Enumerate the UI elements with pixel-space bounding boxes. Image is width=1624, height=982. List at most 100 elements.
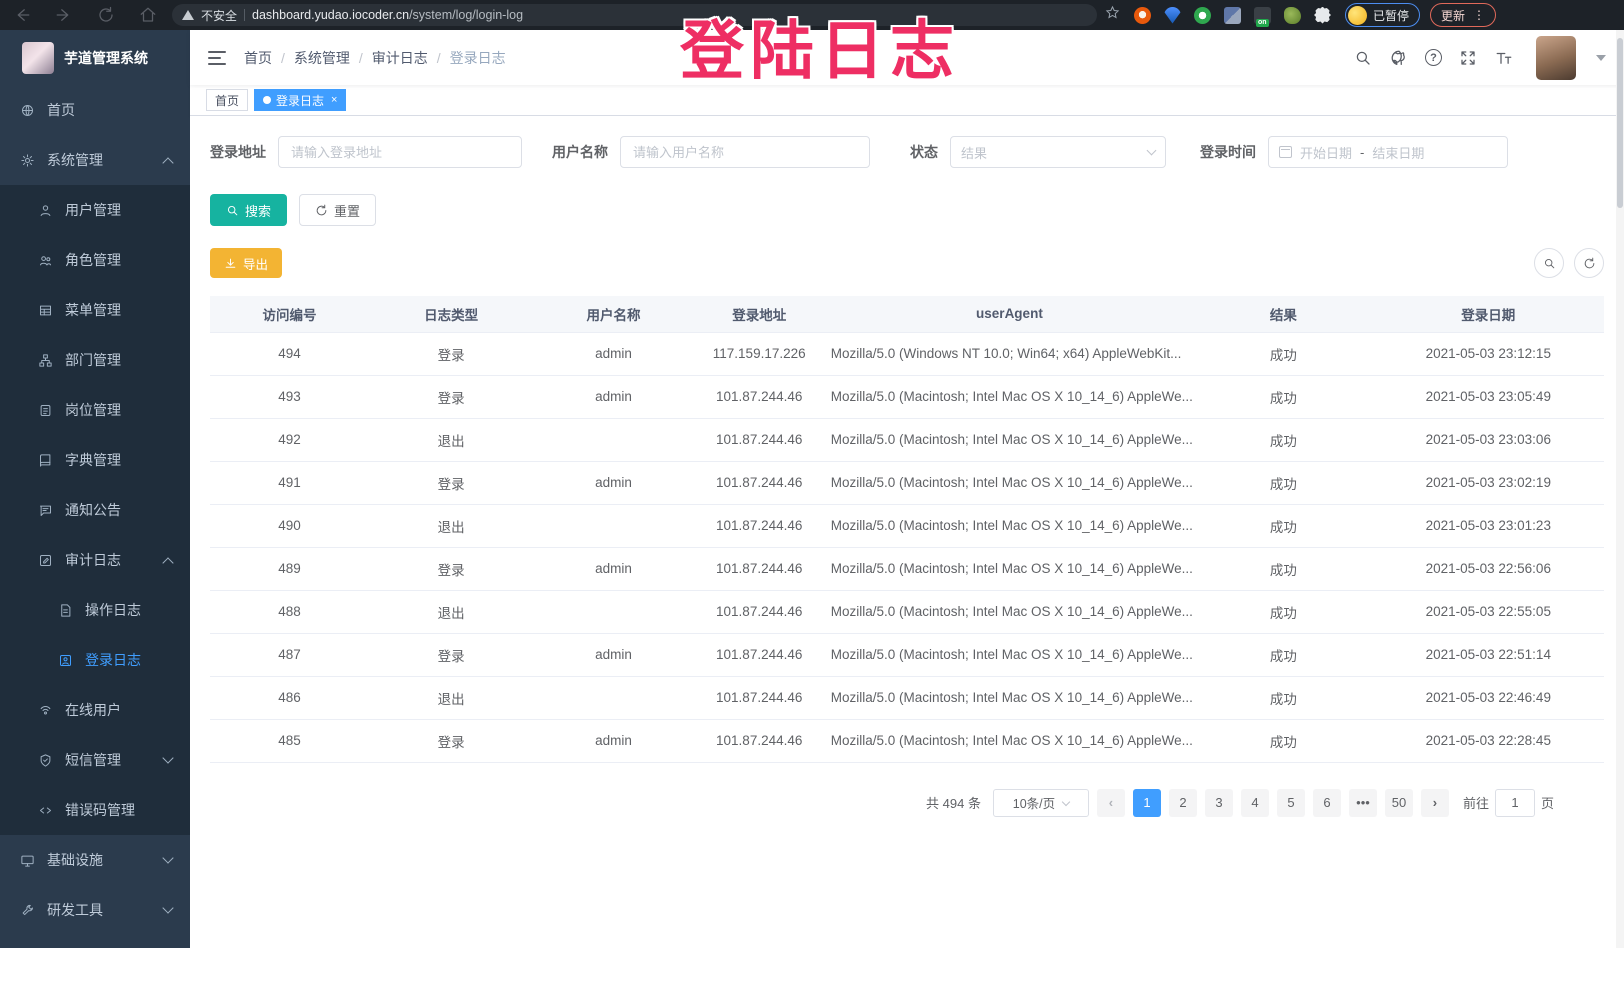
chevron-down-icon (1062, 797, 1070, 805)
status-select[interactable]: 结果 (950, 136, 1166, 168)
sidebar-item-departments[interactable]: 部门管理 (0, 335, 190, 385)
collapse-sidebar-icon[interactable] (208, 51, 226, 65)
sidebar-item-system[interactable]: 系统管理 (0, 135, 190, 185)
chevron-down-icon (162, 852, 173, 863)
help-icon[interactable]: ? (1425, 49, 1442, 66)
page-button-5[interactable]: 5 (1277, 789, 1305, 817)
github-icon[interactable] (1389, 48, 1409, 68)
toggle-search-button[interactable] (1534, 248, 1564, 278)
page-ellipsis[interactable]: ••• (1349, 789, 1377, 817)
browser-menu-icon[interactable]: ⋮ (1473, 10, 1485, 20)
table-row[interactable]: 486退出101.87.244.46Mozilla/5.0 (Macintosh… (210, 676, 1604, 719)
browser-update-button[interactable]: 更新 ⋮ (1430, 3, 1496, 27)
extension-icon-blue-gem[interactable] (1164, 7, 1181, 24)
app-title: 芋道管理系统 (64, 48, 148, 68)
app-logo-bar[interactable]: 芋道管理系统 (0, 30, 190, 85)
sidebar-item-dev-tools[interactable]: 研发工具 (0, 885, 190, 935)
sidebar-item-sms[interactable]: 短信管理 (0, 735, 190, 785)
search-button[interactable]: 搜索 (210, 194, 287, 226)
table-row[interactable]: 488退出101.87.244.46Mozilla/5.0 (Macintosh… (210, 590, 1604, 633)
refresh-icon (1583, 257, 1596, 270)
page-scrollbar[interactable] (1616, 30, 1624, 948)
table-row[interactable]: 489登录admin101.87.244.46Mozilla/5.0 (Maci… (210, 547, 1604, 590)
sidebar-item-infrastructure[interactable]: 基础设施 (0, 835, 190, 885)
export-button[interactable]: 导出 (210, 248, 282, 278)
login-log-icon (58, 653, 73, 668)
next-page-button[interactable]: › (1421, 789, 1449, 817)
breadcrumb-system[interactable]: 系统管理 (294, 48, 350, 68)
page-button-6[interactable]: 6 (1313, 789, 1341, 817)
refresh-table-button[interactable] (1574, 248, 1604, 278)
table-header-row: 访问编号 日志类型 用户名称 登录地址 userAgent 结果 登录日期 (210, 296, 1604, 332)
pagination-total: 共 494 条 (926, 793, 981, 812)
tag-login-log[interactable]: 登录日志 × (254, 89, 346, 111)
browser-back-icon[interactable] (12, 5, 32, 25)
page-button-3[interactable]: 3 (1205, 789, 1233, 817)
download-icon (224, 257, 237, 270)
extension-icon-green-circle[interactable] (1194, 7, 1211, 24)
username-input[interactable] (620, 136, 870, 168)
scrollbar-thumb[interactable] (1617, 38, 1623, 208)
page-size-select[interactable]: 10条/页 (993, 789, 1089, 817)
extension-icon-list-on[interactable]: on (1254, 7, 1271, 24)
col-result: 结果 (1194, 296, 1372, 332)
fullscreen-icon[interactable] (1458, 48, 1478, 68)
browser-reload-icon[interactable] (96, 5, 116, 25)
page-button-2[interactable]: 2 (1169, 789, 1197, 817)
browser-profile-badge[interactable]: 已暂停 (1345, 3, 1420, 27)
chevron-up-icon (162, 557, 173, 568)
profile-avatar (1348, 6, 1367, 25)
browser-forward-icon[interactable] (54, 5, 74, 25)
extension-icon-leaf[interactable] (1284, 7, 1301, 24)
table-row[interactable]: 491登录admin101.87.244.46Mozilla/5.0 (Maci… (210, 461, 1604, 504)
table-row[interactable]: 485登录admin101.87.244.46Mozilla/5.0 (Maci… (210, 719, 1604, 762)
breadcrumb-home[interactable]: 首页 (244, 48, 272, 68)
address-input[interactable] (278, 136, 522, 168)
sidebar-item-notices[interactable]: 通知公告 (0, 485, 190, 535)
sidebar-item-home[interactable]: 首页 (0, 85, 190, 135)
table-row[interactable]: 487登录admin101.87.244.46Mozilla/5.0 (Maci… (210, 633, 1604, 676)
breadcrumb-current: 登录日志 (450, 48, 506, 68)
sidebar-item-login-log[interactable]: 登录日志 (0, 635, 190, 685)
search-icon[interactable] (1353, 48, 1373, 68)
sidebar-item-operation-log[interactable]: 操作日志 (0, 585, 190, 635)
extension-icon-blue-squares[interactable] (1224, 7, 1241, 24)
page-button-4[interactable]: 4 (1241, 789, 1269, 817)
close-tag-icon[interactable]: × (331, 94, 337, 106)
table-row[interactable]: 493登录admin101.87.244.46Mozilla/5.0 (Maci… (210, 375, 1604, 418)
search-icon (1543, 257, 1556, 270)
annotation-overlay-title: 登陆日志 (680, 0, 960, 92)
table-row[interactable]: 494登录admin117.159.17.226Mozilla/5.0 (Win… (210, 332, 1604, 375)
chevron-down-icon (162, 752, 173, 763)
extension-icon-orange[interactable] (1134, 7, 1151, 24)
sidebar-item-roles[interactable]: 角色管理 (0, 235, 190, 285)
browser-home-icon[interactable] (138, 5, 158, 25)
sidebar-item-users[interactable]: 用户管理 (0, 185, 190, 235)
bookmark-star-icon[interactable] (1105, 5, 1120, 25)
search-icon (226, 204, 239, 217)
login-log-table: 访问编号 日志类型 用户名称 登录地址 userAgent 结果 登录日期 49… (210, 296, 1604, 763)
chevron-down-icon (162, 902, 173, 913)
sidebar-item-online-users[interactable]: 在线用户 (0, 685, 190, 735)
sidebar-item-menus[interactable]: 菜单管理 (0, 285, 190, 335)
page-button-50[interactable]: 50 (1385, 789, 1413, 817)
goto-page-input[interactable] (1495, 789, 1535, 817)
tag-home[interactable]: 首页 (206, 89, 248, 111)
date-range-picker[interactable]: 开始日期 - 结束日期 (1268, 136, 1508, 168)
sidebar-item-dictionary[interactable]: 字典管理 (0, 435, 190, 485)
caret-down-icon[interactable] (1596, 55, 1606, 61)
table-row[interactable]: 492退出101.87.244.46Mozilla/5.0 (Macintosh… (210, 418, 1604, 461)
profile-paused-label: 已暂停 (1373, 7, 1409, 24)
user-avatar[interactable] (1536, 36, 1576, 80)
extension-icon-puzzle[interactable] (1314, 7, 1331, 24)
reset-button[interactable]: 重置 (299, 194, 376, 226)
prev-page-button[interactable]: ‹ (1097, 789, 1125, 817)
url-text[interactable]: dashboard.yudao.iocoder.cn/system/log/lo… (252, 8, 523, 22)
table-row[interactable]: 490退出101.87.244.46Mozilla/5.0 (Macintosh… (210, 504, 1604, 547)
page-button-1[interactable]: 1 (1133, 789, 1161, 817)
sidebar-item-posts[interactable]: 岗位管理 (0, 385, 190, 435)
sidebar-item-error-codes[interactable]: 错误码管理 (0, 785, 190, 835)
breadcrumb-audit[interactable]: 审计日志 (372, 48, 428, 68)
font-size-icon[interactable] (1494, 48, 1514, 68)
sidebar-item-audit-log[interactable]: 审计日志 (0, 535, 190, 585)
